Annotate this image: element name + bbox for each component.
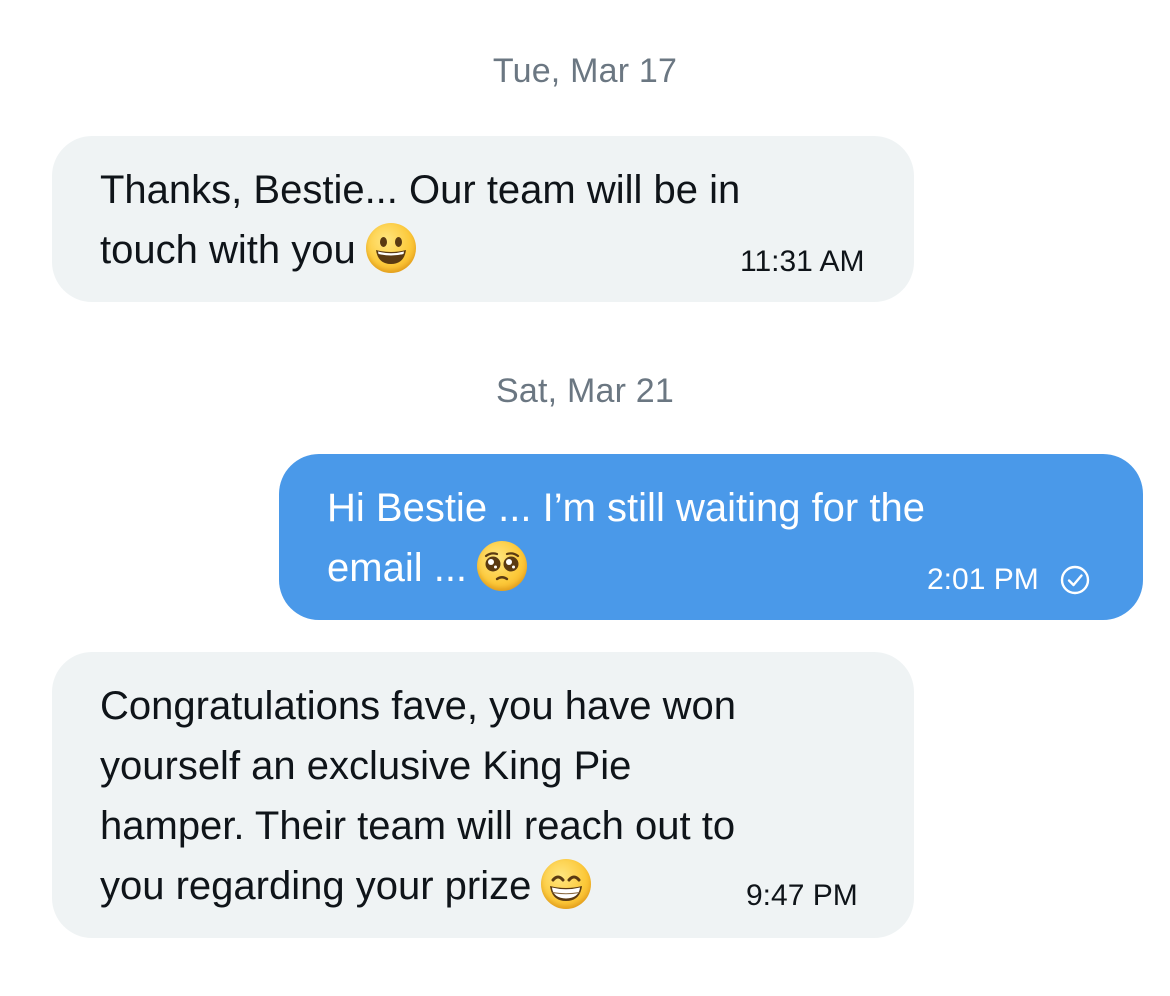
message-bubble-incoming[interactable]: Congratulations fave, you have won yours… (52, 652, 914, 938)
grinning-face-icon (365, 223, 416, 273)
message-line-with-emoji: email ... (327, 538, 925, 598)
message-line: email ... (327, 546, 468, 590)
message-line-with-emoji: touch with you (100, 220, 740, 280)
beaming-face-icon (541, 859, 592, 909)
message-text: Hi Bestie ... I’m still waiting for the … (327, 478, 925, 598)
message-line: you regarding your prize (100, 864, 532, 908)
message-bubble-outgoing[interactable]: Hi Bestie ... I’m still waiting for the … (279, 454, 1143, 620)
message-timestamp: 9:47 PM (746, 879, 858, 912)
pleading-face-icon (477, 541, 528, 591)
message-line: Thanks, Bestie... Our team will be in (100, 168, 741, 212)
message-line: touch with you (100, 228, 356, 272)
message-text: Congratulations fave, you have won yours… (100, 676, 736, 916)
date-separator: Tue, Mar 17 (492, 52, 678, 90)
message-text: Thanks, Bestie... Our team will be in to… (100, 160, 740, 280)
read-check-icon (1060, 565, 1090, 595)
message-line: yourself an exclusive King Pie (100, 744, 632, 788)
message-timestamp: 11:31 AM (740, 245, 865, 278)
message-line: hamper. Their team will reach out to (100, 804, 736, 848)
message-line: Hi Bestie ... I’m still waiting for the (327, 486, 925, 530)
message-timestamp: 2:01 PM (927, 563, 1039, 596)
date-separator: Sat, Mar 21 (496, 372, 674, 410)
message-line-with-emoji: you regarding your prize (100, 856, 736, 916)
message-line: Congratulations fave, you have won (100, 684, 736, 728)
message-bubble-incoming[interactable]: Thanks, Bestie... Our team will be in to… (52, 136, 914, 302)
